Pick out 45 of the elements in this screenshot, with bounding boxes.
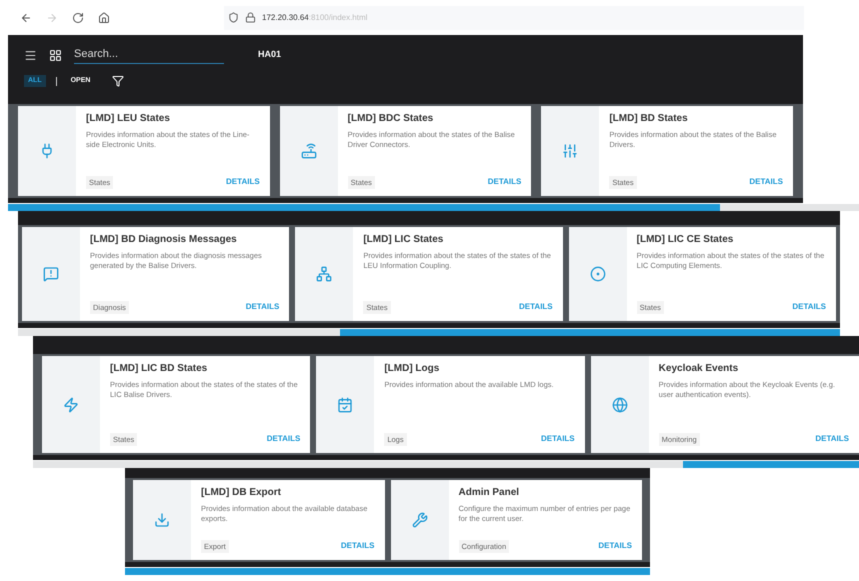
home-icon[interactable]	[98, 12, 110, 24]
message-icon	[43, 266, 59, 282]
details-link[interactable]: DETAILS	[815, 433, 849, 446]
download-icon	[154, 512, 170, 528]
wrench-icon	[412, 512, 428, 528]
card-title: [LMD] DB Export	[201, 487, 282, 499]
calendar-icon	[337, 396, 354, 412]
back-icon[interactable]	[20, 12, 32, 24]
details-link[interactable]: DETAILS	[266, 433, 300, 446]
globe-icon	[612, 396, 628, 412]
details-link[interactable]: DETAILS	[749, 176, 784, 188]
filter-icon[interactable]	[112, 75, 124, 87]
network-icon	[316, 266, 332, 282]
shield-icon	[228, 12, 239, 23]
lightning-icon	[63, 396, 79, 412]
reload-icon[interactable]	[72, 12, 84, 24]
card-title: Admin Panel	[458, 487, 520, 499]
url-host: 172.20.30.64	[262, 12, 309, 22]
card-title: [LMD] LIC BD States	[110, 363, 208, 375]
details-link[interactable]: DETAILS	[598, 540, 632, 552]
details-link[interactable]: DETAILS	[792, 301, 826, 314]
card-title: [LMD] LIC CE States	[636, 234, 734, 246]
station-title: HA01	[258, 48, 282, 62]
card-title: Keycloak Events	[658, 363, 740, 375]
details-link[interactable]: DETAILS	[340, 540, 374, 552]
search-field[interactable]: Search...	[74, 46, 224, 64]
grid-icon[interactable]	[49, 48, 62, 62]
lock-icon	[245, 12, 256, 23]
sliders-icon	[562, 143, 578, 159]
card-title: [LMD] BD Diagnosis Messages	[90, 234, 238, 246]
menu-icon[interactable]	[24, 48, 37, 62]
card-title: [LMD] BDC States	[348, 113, 434, 125]
url-path: :8100/index.html	[308, 12, 368, 22]
details-link[interactable]: DETAILS	[519, 301, 553, 314]
details-link[interactable]: DETAILS	[488, 176, 522, 188]
details-link[interactable]: DETAILS	[246, 301, 280, 314]
card-title: [LMD] BD States	[609, 113, 689, 125]
card-title: [LMD] LIC States	[363, 234, 444, 246]
details-link[interactable]: DETAILS	[226, 176, 260, 188]
card-title: [LMD] Logs	[384, 363, 440, 375]
card-title: [LMD] LEU States	[86, 113, 171, 125]
router-icon	[300, 143, 317, 159]
details-link[interactable]: DETAILS	[541, 433, 575, 446]
target-icon	[590, 266, 606, 282]
address-bar[interactable]: 172.20.30.64:8100/index.html	[224, 6, 804, 30]
